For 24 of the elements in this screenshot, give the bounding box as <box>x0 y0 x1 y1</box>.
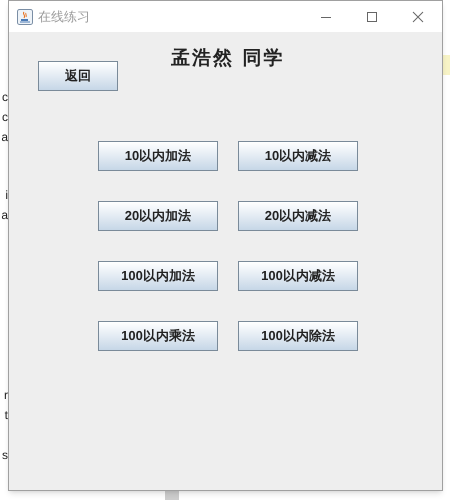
exercise-button[interactable]: 100以内加法 <box>98 261 218 291</box>
maximize-icon[interactable] <box>366 10 378 22</box>
exercise-button[interactable]: 20以内加法 <box>98 201 218 231</box>
exercise-button[interactable]: 20以内减法 <box>238 201 358 231</box>
background-text: c <box>2 110 8 124</box>
exercise-button[interactable]: 100以内除法 <box>238 321 358 351</box>
exercise-button[interactable]: 100以内减法 <box>238 261 358 291</box>
background-text: c <box>2 90 8 104</box>
background-text: t <box>4 408 8 422</box>
back-button[interactable]: 返回 <box>38 61 118 91</box>
background-text: a <box>1 208 8 222</box>
exercise-button[interactable]: 10以内减法 <box>238 141 358 171</box>
background-text: i <box>5 188 8 202</box>
background-text: r <box>4 388 8 402</box>
window-title: 在线练习 <box>38 8 90 26</box>
student-name-heading: 孟浩然 同学 <box>171 46 285 71</box>
exercise-button[interactable]: 10以内加法 <box>98 141 218 171</box>
close-icon[interactable] <box>412 10 424 22</box>
scrollbar <box>165 491 179 500</box>
background-text: a <box>1 130 8 144</box>
exercise-button[interactable]: 100以内乘法 <box>98 321 218 351</box>
background-text: s <box>2 448 8 462</box>
highlight-strip <box>443 55 450 75</box>
coffee-cup-icon <box>17 8 33 24</box>
